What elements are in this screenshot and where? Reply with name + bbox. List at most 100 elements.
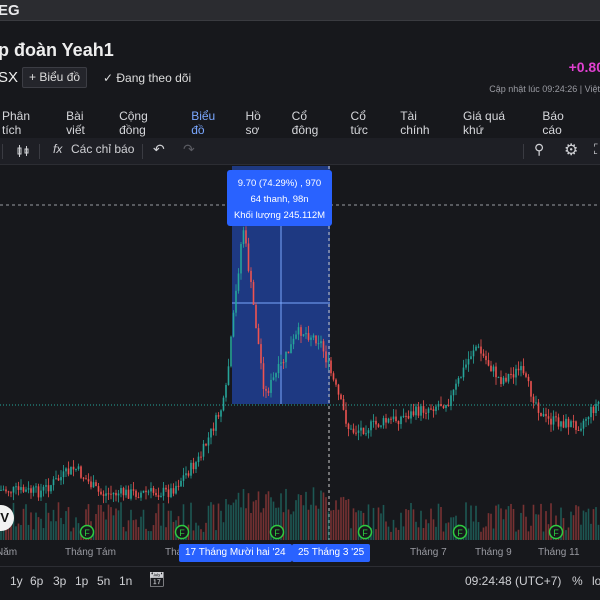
volume-bar	[415, 521, 417, 540]
candle-body	[155, 492, 157, 496]
price-change: +0.80	[568, 59, 600, 75]
volume-bar	[352, 508, 355, 540]
zoom-search-icon[interactable]: ⚲	[534, 141, 544, 158]
candle-body	[540, 412, 542, 417]
volume-bar	[500, 508, 502, 540]
volume-bar	[402, 526, 405, 540]
volume-bar	[195, 522, 197, 540]
candle-body	[250, 270, 252, 283]
volume-bar	[562, 518, 565, 540]
volume-bar	[447, 522, 450, 540]
candle-body	[485, 355, 487, 361]
tooltip-bars: 64 thanh, 98n	[250, 194, 309, 205]
candle-body	[342, 399, 345, 410]
volume-bar	[32, 529, 35, 540]
volume-bar	[172, 521, 175, 540]
candle-body	[200, 456, 202, 458]
candle-body	[140, 492, 142, 498]
calendar-icon[interactable]: 📅︎	[148, 571, 166, 588]
volume-bar	[247, 493, 250, 540]
volume-bar	[110, 507, 112, 540]
volume-bar	[125, 531, 127, 540]
range-3p[interactable]: 3p	[53, 574, 66, 588]
volume-bar	[262, 508, 265, 540]
range-end-label: 25 Tháng 3 '25	[292, 544, 371, 562]
candle-body	[130, 489, 132, 499]
volume-bar	[250, 512, 252, 540]
volume-bar	[590, 523, 592, 540]
volume-bar	[210, 502, 212, 540]
log-toggle[interactable]: lo	[592, 574, 600, 588]
percent-toggle[interactable]: %	[572, 574, 583, 588]
candle-body	[17, 486, 20, 490]
candle-body	[310, 337, 312, 340]
candle-body	[280, 362, 282, 364]
candle-body	[127, 489, 130, 499]
volume-bar	[482, 527, 485, 540]
volume-bar	[52, 509, 55, 540]
tooltip-volume: Khối lượng 245.112M	[233, 210, 326, 221]
volume-bar	[227, 504, 230, 540]
candle-body	[220, 410, 222, 417]
candle-body	[477, 346, 480, 348]
volume-bar	[442, 531, 445, 540]
volume-bar	[170, 510, 172, 540]
redo-icon[interactable]: ↷	[183, 141, 195, 158]
candle-body	[382, 418, 385, 426]
add-chart-button[interactable]: + Biểu đồ	[22, 67, 88, 88]
candle-body	[190, 462, 192, 476]
volume-bar	[45, 502, 47, 540]
volume-bar	[487, 513, 490, 540]
range-1p[interactable]: 1p	[75, 574, 88, 588]
volume-bar	[192, 530, 195, 540]
candle-body	[230, 336, 232, 367]
range-1n[interactable]: 1n	[119, 574, 132, 588]
candle-body	[42, 486, 45, 491]
candle-body	[547, 416, 550, 419]
volume-bar	[20, 525, 22, 540]
following-button[interactable]: ✓ Đang theo dõi	[103, 71, 191, 85]
volume-bar	[385, 521, 387, 540]
range-5n[interactable]: 5n	[97, 574, 110, 588]
volume-bar	[152, 525, 155, 540]
axis-label: Tháng 11	[538, 547, 580, 558]
candle-body	[357, 430, 360, 433]
volume-bar	[335, 500, 337, 540]
volume-bar	[42, 528, 45, 540]
volume-bar	[57, 502, 60, 540]
candle-body	[282, 362, 285, 364]
candle-body	[462, 367, 465, 378]
volume-bar	[162, 503, 165, 540]
range-1y[interactable]: 1y	[10, 574, 23, 588]
volume-bar	[22, 508, 25, 540]
candle-body	[527, 376, 530, 382]
volume-bar	[490, 513, 492, 540]
candle-type-icon[interactable]	[16, 144, 30, 158]
volume-bar	[145, 528, 147, 540]
fullscreen-icon[interactable]: ⛶	[594, 141, 600, 158]
candle-body	[87, 479, 90, 482]
volume-bar	[27, 524, 30, 540]
volume-bar	[25, 504, 27, 540]
candle-body	[35, 486, 37, 488]
undo-icon[interactable]: ↶	[153, 141, 165, 158]
range-6p[interactable]: 6p	[30, 574, 43, 588]
fx-icon[interactable]: fx	[53, 142, 62, 156]
volume-bar	[510, 503, 512, 540]
volume-bar	[495, 505, 497, 540]
candle-body	[552, 416, 555, 425]
candle-body	[235, 290, 237, 313]
candle-body	[170, 488, 172, 498]
candle-body	[145, 490, 147, 493]
candle-body	[225, 384, 227, 398]
candle-body	[420, 406, 422, 416]
indicators-button[interactable]: Các chỉ báo	[71, 142, 134, 156]
volume-bar	[265, 494, 267, 540]
candle-body	[7, 491, 10, 493]
volume-bar	[302, 505, 305, 540]
volume-bar	[497, 504, 500, 540]
financial-event-label: F	[84, 528, 90, 538]
candle-body	[442, 406, 445, 409]
settings-gear-icon[interactable]: ⚙	[564, 140, 578, 160]
candle-body	[495, 366, 497, 378]
